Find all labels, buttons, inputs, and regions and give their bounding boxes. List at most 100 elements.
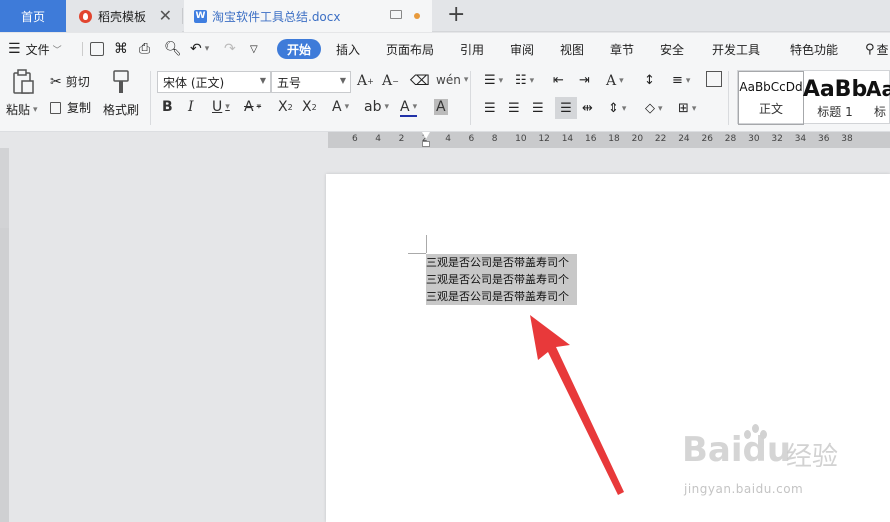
search-label: 查 [876,42,889,57]
ruler-number: 24 [678,134,690,144]
align-right-icon[interactable]: ☰ [532,101,544,116]
copy-button[interactable]: 复制 [50,99,91,116]
tab-document[interactable]: W 淘宝软件工具总结.docx [184,0,432,32]
selected-text-line[interactable]: 三观是否公司是否带盖寿司个 [426,271,577,288]
hamburger-icon: ☰ [8,41,21,57]
horizontal-ruler[interactable]: 6 4 2 2 4 6 8 10 12 14 16 18 20 22 24 26 28 30 32 34 36 38 [328,132,890,148]
justify-icon[interactable]: ☰ [555,97,577,119]
borders-icon[interactable]: ⊞ ▾ [678,101,696,116]
font-color-icon[interactable]: A ▾ [400,99,418,117]
cut-button[interactable]: ✂ 剪切 [50,73,90,90]
close-icon[interactable]: ✕ [159,8,172,24]
menu-bar: ☰ 文件 ﹀ ⌘ ⎙ 🔍︎ ↶ ▾ ↷ ▽ 开始 插入 页面布局 引用 审阅 视图… [0,33,890,65]
tab-review[interactable]: 审阅 [510,33,534,65]
format-painter-label-button[interactable]: 格式刷 [103,101,139,118]
save-icon[interactable] [90,33,104,65]
line-spacing-icon[interactable]: ≡ ▾ [672,73,690,88]
clear-format-icon[interactable]: ⌫ [410,73,430,89]
tab-references[interactable]: 引用 [460,33,484,65]
paste-label-button[interactable]: 粘贴 ▾ [6,101,38,118]
style-normal[interactable]: AaBbCcDd 正文 [738,71,804,125]
tab-page-layout[interactable]: 页面布局 [386,33,434,65]
bold-icon[interactable]: B [162,99,173,115]
tab-start-label: 开始 [287,42,312,57]
vertical-ruler-margin [0,228,9,522]
vertical-ruler[interactable] [0,148,9,522]
cut-format-icon[interactable]: ⌘ [114,33,128,65]
format-painter-button[interactable] [110,69,134,95]
distributed-icon[interactable]: ⇹ [582,101,593,116]
new-tab-plus-icon[interactable]: + [447,3,465,27]
text-effect-icon[interactable]: A ▾ [332,99,349,115]
shading-icon[interactable]: ◇ ▾ [645,101,663,116]
tab-review-label: 审阅 [510,42,535,57]
screen-icon[interactable] [390,10,402,19]
font-size-select[interactable]: 五号 ▼ [271,71,351,93]
tab-start[interactable]: 开始 [277,39,322,59]
ruler-numbers: 6 4 2 2 4 6 8 10 12 14 16 18 20 22 24 26 28 30 32 34 36 38 [328,134,890,146]
increase-indent-icon[interactable]: ⇥ [579,73,590,88]
bullet-list-icon[interactable]: ☰ ▾ [484,73,503,88]
phonetic-guide-icon[interactable]: wén ▾ [436,73,468,87]
ruler-number: 8 [491,134,498,144]
margin-corner-mark [408,253,426,254]
numbered-list-icon[interactable]: ☷ ▾ [515,73,534,88]
wps-docer-icon [79,9,92,23]
customize-chevron-icon[interactable]: ▽ [250,33,258,65]
align-left-icon[interactable]: ☰ [484,101,496,116]
ruler-number: 2 [398,134,405,144]
paste-button[interactable] [8,69,38,95]
tab-page-layout-label: 页面布局 [386,42,435,57]
table-grid-icon[interactable] [706,71,722,87]
file-menu[interactable]: ☰ 文件 ﹀ [8,33,62,65]
underline-icon[interactable]: U ▾ [212,99,230,115]
ribbon-separator [470,71,471,125]
baidu-jingyan-watermark: Baidu 经验 jingyan.baidu.com [682,424,882,500]
style-heading-1-preview: AaBb [802,76,868,102]
char-shading-icon[interactable]: A [434,99,448,115]
search-icon: ⚲ [865,41,875,57]
superscript-icon[interactable]: X2 [278,99,293,115]
strikethrough-icon[interactable]: A ▾ [244,99,261,115]
paragraph-spacing-icon[interactable]: ⇕ ▾ [608,101,626,116]
indent-marker-icon[interactable] [422,132,430,139]
ruler-number: 10 [515,134,527,144]
search-command[interactable]: ⚲ 查 [865,33,889,65]
tab-template[interactable]: 稻壳模板 ✕ [67,0,182,32]
tab-insert[interactable]: 插入 [336,33,360,65]
tab-developer[interactable]: 开发工具 [712,33,760,65]
ruler-number: 4 [445,134,451,144]
italic-icon[interactable]: I [188,99,194,115]
selected-text-line[interactable]: 三观是否公司是否带盖寿司个 [426,254,577,271]
undo-icon[interactable]: ↶ ▾ [190,33,209,65]
align-center-icon[interactable]: ☰ [508,101,520,116]
font-name-value: 宋体 (正文) [163,75,225,90]
grow-font-icon[interactable]: A + [357,73,374,89]
ruler-number: 28 [724,134,737,144]
print-icon[interactable]: ⎙ [139,33,150,65]
ruler-number: 34 [794,134,807,144]
tab-security[interactable]: 安全 [660,33,684,65]
tab-view[interactable]: 视图 [560,33,584,65]
tab-features[interactable]: 特色功能 [790,33,838,65]
highlight-icon[interactable]: ab ▾ [364,99,389,115]
style-heading-1[interactable]: AaBb 标题 1 [802,71,868,125]
selected-text-line[interactable]: 三观是否公司是否带盖寿司个 [426,288,577,305]
font-name-select[interactable]: 宋体 (正文) ▼ [157,71,271,93]
text-direction-icon[interactable]: A ▾ [606,73,624,89]
tab-template-label: 稻壳模板 [98,9,147,24]
chevron-down-icon: ﹀ [52,45,62,56]
subscript-icon[interactable]: X2 [302,99,317,115]
style-heading-2[interactable]: Aa 标 [866,71,890,125]
ruler-number: 36 [818,134,830,144]
tab-home[interactable]: 首页 [0,0,66,32]
print-preview-icon[interactable]: 🔍︎ [164,33,182,65]
ruler-number: 20 [631,134,644,144]
redo-icon[interactable]: ↷ [224,33,236,65]
tab-chapter[interactable]: 章节 [610,33,634,65]
indent-marker-bottom-icon[interactable] [422,141,430,147]
style-heading-2-label: 标 [874,104,887,119]
decrease-indent-icon[interactable]: ⇤ [553,73,564,88]
sort-icon[interactable]: ↕ [644,73,655,88]
shrink-font-icon[interactable]: A − [382,73,399,89]
